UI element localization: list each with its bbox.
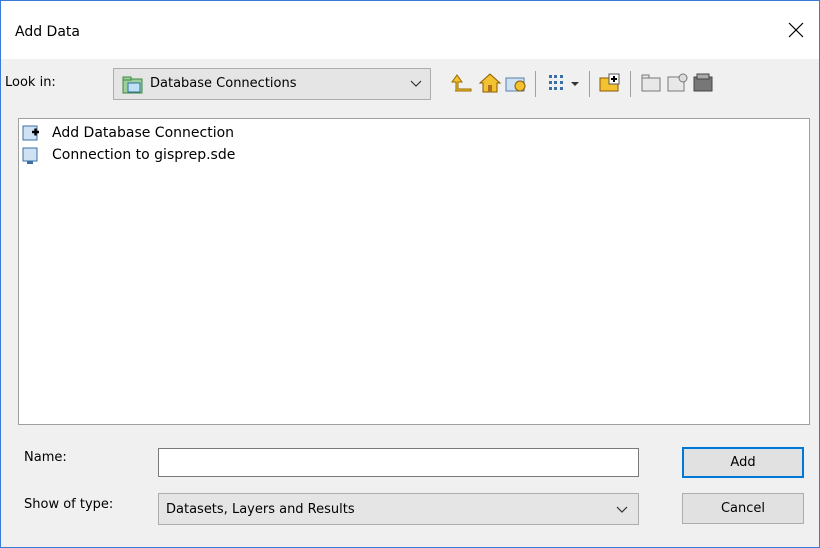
- home-icon[interactable]: [478, 71, 502, 95]
- look-in-dropdown[interactable]: Database Connections: [113, 68, 431, 100]
- look-in-value: Database Connections: [150, 76, 297, 91]
- toolbar-separator: [630, 71, 631, 97]
- chevron-down-icon: [410, 80, 422, 87]
- view-list-icon[interactable]: [546, 71, 570, 95]
- toolbar-separator: [535, 71, 536, 97]
- view-dropdown-icon[interactable]: [568, 71, 582, 95]
- new-database-connection-icon[interactable]: [598, 71, 622, 95]
- chevron-down-icon: [616, 506, 628, 513]
- list-item-label: Add Database Connection: [52, 125, 235, 141]
- list-item-label: Connection to gisprep.sde: [52, 147, 236, 163]
- connect-folder-icon[interactable]: [504, 71, 528, 95]
- new-personal-geodatabase-icon[interactable]: [691, 71, 715, 95]
- name-input[interactable]: [158, 448, 639, 477]
- show-of-type-label: Show of type:: [24, 497, 114, 512]
- show-of-type-dropdown[interactable]: Datasets, Layers and Results: [158, 493, 639, 525]
- up-one-level-icon[interactable]: [451, 71, 475, 95]
- look-in-label: Look in:: [5, 75, 56, 90]
- add-data-dialog: Add Data Look in: Database Connections A…: [0, 0, 820, 548]
- database-connections-folder-icon: [122, 76, 143, 94]
- new-folder-icon[interactable]: [639, 71, 663, 95]
- toolbar-separator: [589, 71, 590, 97]
- file-list[interactable]: Add Database Connection Connection to gi…: [18, 118, 810, 425]
- name-label: Name:: [24, 450, 67, 465]
- close-icon[interactable]: [781, 15, 811, 45]
- new-file-geodatabase-icon[interactable]: [665, 71, 689, 95]
- add-button[interactable]: Add: [682, 447, 804, 478]
- add-database-connection-icon: [22, 125, 39, 141]
- title-bar: Add Data: [1, 1, 819, 59]
- database-connection-icon: [22, 147, 38, 164]
- show-of-type-value: Datasets, Layers and Results: [166, 502, 355, 517]
- dialog-title: Add Data: [15, 24, 80, 40]
- cancel-button[interactable]: Cancel: [682, 493, 804, 524]
